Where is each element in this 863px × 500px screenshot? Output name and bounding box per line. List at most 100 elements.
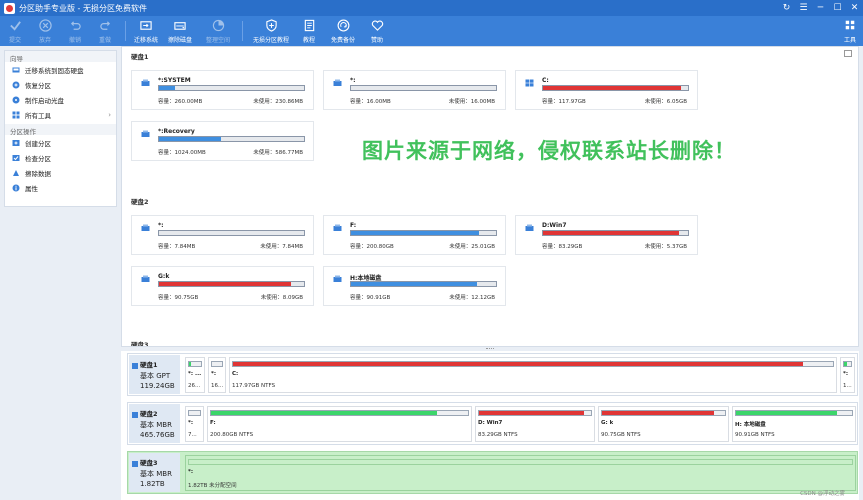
capacity-text: 容量：7.84MB: [158, 244, 196, 250]
partition-card[interactable]: H:本地磁盘 容量：90.91GB 未使用：12.12GB: [323, 266, 506, 306]
redo-button[interactable]: 重做: [90, 16, 120, 46]
partition-block[interactable]: H: 本地磁盘 90.91GB NTFS: [732, 406, 856, 442]
partition-card[interactable]: G:k 容量：90.75GB 未使用：8.09GB: [131, 266, 314, 306]
sidebar-item-all-tools[interactable]: 所有工具 ›: [5, 107, 116, 122]
partition-panel: 硬盘1 *:SYSTEM 容量：260.00MB 未使用：230.86MB *:…: [121, 46, 859, 347]
close-icon[interactable]: ✕: [846, 0, 863, 16]
sidebar-item-label: 迁移系统到固态硬盘: [25, 66, 84, 75]
drive-icon: [141, 79, 150, 86]
migrate-icon: [12, 67, 20, 72]
partition-block[interactable]: G: k 90.75GB NTFS: [598, 406, 729, 442]
migrate-os-label: 迁移系统: [133, 37, 158, 44]
free-text: 未使用：5.37GB: [644, 244, 687, 250]
view-toggle-icon[interactable]: [844, 50, 852, 57]
usage-bar: [158, 281, 305, 287]
capacity-text: 容量：90.75GB: [158, 295, 199, 301]
sidebar-item-recover-partition[interactable]: 恢复分区: [5, 77, 116, 92]
partition-card[interactable]: C: 容量：117.97GB 未使用：6.05GB: [515, 70, 698, 110]
sidebar-item-boot-disc[interactable]: 制作启动光盘: [5, 92, 116, 107]
discard-button[interactable]: 放弃: [30, 16, 60, 46]
undo-label: 撤销: [68, 37, 81, 44]
minimize-icon[interactable]: ─: [812, 0, 829, 16]
partition-name: *:SYSTEM: [158, 77, 191, 84]
disk-row[interactable]: 硬盘1 基本 GPT 119.24GB *: ... 26... *: 16..…: [127, 353, 858, 396]
drive-icon: [141, 130, 150, 137]
partition-card[interactable]: *: 容量：16.00MB 未使用：16.00MB: [323, 70, 506, 110]
sidebar-item-create-partition[interactable]: 创建分区: [5, 135, 116, 150]
tools-label: 工具: [843, 37, 856, 44]
allocate-space-label: 整理空间: [205, 37, 230, 44]
free-text: 未使用：586.77MB: [253, 150, 303, 156]
sponsor-button[interactable]: 赞助: [362, 16, 392, 46]
tutorial-video-button[interactable]: 无损分区教程: [248, 16, 294, 46]
usage-bar: [158, 136, 305, 142]
capacity-text: 容量：16.00MB: [350, 99, 391, 105]
partition-name: G:k: [158, 273, 170, 280]
disk-icon: [132, 363, 138, 369]
allocate-space-button[interactable]: 整理空间: [199, 16, 237, 46]
check-icon: [8, 18, 22, 32]
recover-icon: [12, 81, 20, 88]
maximize-icon[interactable]: ☐: [829, 0, 846, 16]
partition-ops-header: 分区操作: [5, 124, 116, 136]
disk-row[interactable]: 硬盘3 基本 MBR 1.82TB *: 1.82TB 未分配空间: [127, 451, 858, 494]
toolbar-divider: [242, 21, 243, 41]
free-text: 未使用：25.01GB: [449, 244, 495, 250]
drive-icon: [141, 275, 150, 282]
title-bar: 分区助手专业版 - 无损分区免费软件 ↻ ☰ ─ ☐ ✕: [0, 0, 863, 16]
capacity-text: 容量：117.97GB: [542, 99, 586, 105]
free-text: 未使用：230.86MB: [253, 99, 303, 105]
sidebar-item-label: 检查分区: [25, 154, 51, 163]
redo-label: 重做: [98, 37, 111, 44]
partition-name: D:Win7: [542, 222, 567, 229]
drive-icon: [333, 79, 342, 86]
disk-icon: [132, 412, 138, 418]
free-text: 未使用：16.00MB: [448, 99, 495, 105]
disk-label: 硬盘2 基本 MBR 465.76GB: [129, 404, 180, 443]
partition-card[interactable]: *:SYSTEM 容量：260.00MB 未使用：230.86MB: [131, 70, 314, 110]
partition-block[interactable]: D: Win7 83.29GB NTFS: [475, 406, 595, 442]
tutorial-button[interactable]: 教程: [294, 16, 324, 46]
wipe-disk-button[interactable]: 擦除磁盘: [161, 16, 199, 46]
partition-card[interactable]: D:Win7 容量：83.29GB 未使用：5.37GB: [515, 215, 698, 255]
disk-label: 硬盘3 基本 MBR 1.82TB: [129, 453, 180, 492]
partition-card[interactable]: F: 容量：200.80GB 未使用：25.01GB: [323, 215, 506, 255]
sidebar-item-properties[interactable]: 属性: [5, 180, 116, 195]
capacity-text: 容量：90.91GB: [350, 295, 391, 301]
partition-block[interactable]: F: 200.80GB NTFS: [207, 406, 472, 442]
redo-icon: [98, 18, 112, 32]
free-text: 未使用：8.09GB: [260, 295, 303, 301]
usage-bar: [158, 230, 305, 236]
backup-icon: [336, 18, 350, 32]
partition-name: *:Recovery: [158, 128, 195, 135]
disk3-title: 硬盘3: [131, 341, 149, 347]
migrate-os-button[interactable]: 迁移系统: [131, 16, 161, 46]
partition-block[interactable]: *: 16...: [208, 357, 226, 393]
disk-row[interactable]: 硬盘2 基本 MBR 465.76GB *: 7... F: 200.80GB …: [127, 402, 858, 445]
free-backup-button[interactable]: 免费备份: [324, 16, 362, 46]
commit-button[interactable]: 提交: [0, 16, 30, 46]
tutorial-label: 教程: [302, 37, 315, 44]
partition-card[interactable]: *: 容量：7.84MB 未使用：7.84MB: [131, 215, 314, 255]
migrate-os-icon: [139, 18, 153, 32]
partition-block[interactable]: *: 1...: [840, 357, 855, 393]
wipe-disk-icon: [173, 18, 187, 32]
partition-card[interactable]: *:Recovery 容量：1024.00MB 未使用：586.77MB: [131, 121, 314, 161]
sidebar-item-wipe-data[interactable]: 擦除数据: [5, 165, 116, 180]
refresh-icon[interactable]: ↻: [778, 0, 795, 16]
windows-icon: [525, 79, 534, 87]
partition-block[interactable]: *: ... 26...: [185, 357, 205, 393]
tutorial-video-label: 无损分区教程: [252, 37, 289, 44]
wipe-data-icon: [13, 169, 19, 176]
info-icon: [12, 184, 20, 191]
shield-icon: [264, 18, 278, 32]
partition-block[interactable]: *: 7...: [185, 406, 204, 442]
menu-icon[interactable]: ☰: [795, 0, 812, 16]
unallocated-block[interactable]: *: 1.82TB 未分配空间: [185, 455, 856, 491]
sidebar-item-label: 擦除数据: [25, 169, 51, 178]
sidebar-item-migrate-ssd[interactable]: 迁移系统到固态硬盘: [5, 62, 116, 77]
tools-button[interactable]: 工具: [837, 16, 863, 46]
undo-button[interactable]: 撤销: [60, 16, 90, 46]
partition-block[interactable]: C: 117.97GB NTFS: [229, 357, 837, 393]
sidebar-item-check-partition[interactable]: 检查分区: [5, 150, 116, 165]
